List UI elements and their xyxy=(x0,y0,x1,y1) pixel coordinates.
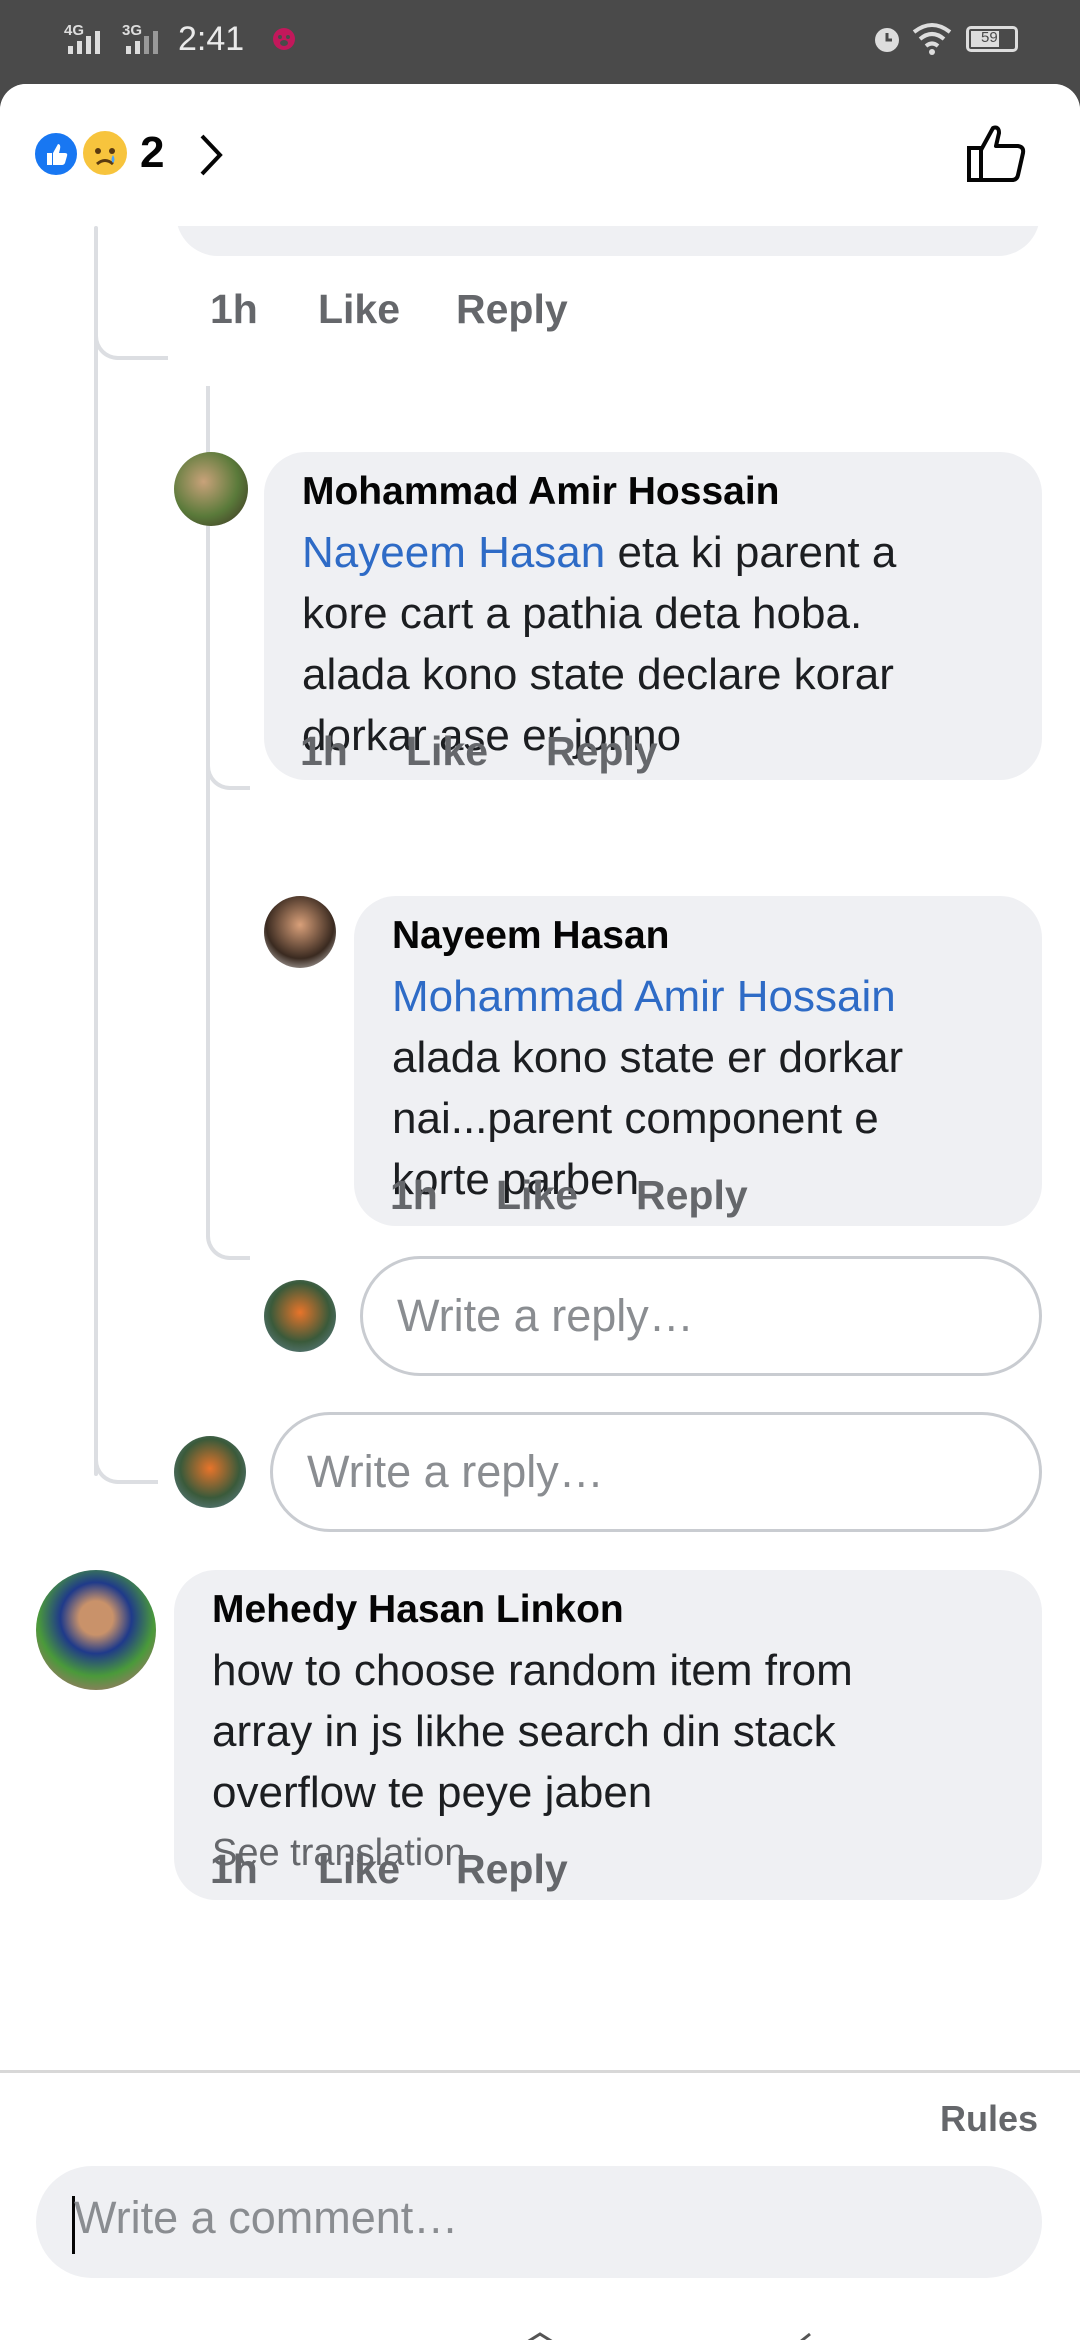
status-bar: 4G 3G 2:41 59 xyxy=(0,0,1080,86)
reply-link[interactable]: Reply xyxy=(456,286,568,333)
like-link[interactable]: Like xyxy=(318,286,400,333)
reply-input[interactable]: Write a reply… xyxy=(360,1256,1042,1376)
thread-connector xyxy=(94,316,168,360)
home-icon[interactable] xyxy=(504,2330,576,2340)
comment-line: alada kono state declare korar xyxy=(302,650,894,699)
comment-line: how to choose random item from xyxy=(212,1646,853,1695)
comment-bubble-partial xyxy=(176,226,1040,256)
reply-placeholder: Write a reply… xyxy=(397,1290,694,1341)
rules-link[interactable]: Rules xyxy=(940,2098,1038,2140)
comment-bubble: Mehedy Hasan Linkon how to choose random… xyxy=(174,1570,1042,1900)
signal-icon xyxy=(68,31,100,54)
comment-input[interactable]: Write a comment… xyxy=(36,2166,1042,2278)
comment-time: 1h xyxy=(390,1172,438,1218)
reply-input[interactable]: Write a reply… xyxy=(270,1412,1042,1532)
reply-link[interactable]: Reply xyxy=(636,1172,748,1219)
like-reaction-icon xyxy=(32,130,80,178)
thread-connector xyxy=(206,756,250,790)
avatar[interactable] xyxy=(36,1570,156,1690)
like-link[interactable]: Like xyxy=(406,728,488,775)
chevron-right-icon[interactable] xyxy=(196,132,226,178)
comment-line: array in js likhe search din stack xyxy=(212,1707,836,1756)
wifi-icon xyxy=(912,23,952,55)
sad-reaction-icon xyxy=(80,128,130,178)
comment-placeholder: Write a comment… xyxy=(74,2192,459,2243)
divider xyxy=(0,2070,1080,2073)
comments-sheet: 2 1h Like Reply Mohammad Amir Hossain Na… xyxy=(0,84,1080,2340)
comment-time: 1h xyxy=(210,1846,258,1892)
signal-icon xyxy=(126,31,158,54)
like-link[interactable]: Like xyxy=(318,1846,400,1893)
reply-placeholder: Write a reply… xyxy=(307,1446,604,1497)
comment-line: eta ki parent a xyxy=(605,528,897,577)
mention-link[interactable]: Mohammad Amir Hossain xyxy=(392,966,1032,1027)
comment-time: 1h xyxy=(300,728,348,774)
thread-line xyxy=(94,226,98,1476)
reply-link[interactable]: Reply xyxy=(456,1846,568,1893)
avatar xyxy=(264,1280,336,1352)
reactions-header[interactable]: 2 xyxy=(0,84,1080,226)
alarm-icon xyxy=(875,28,899,52)
comment-time: 1h xyxy=(210,286,258,332)
comment-author[interactable]: Mohammad Amir Hossain xyxy=(302,470,779,514)
comment-line: overflow te peye jaben xyxy=(212,1768,653,1817)
reaction-count: 2 xyxy=(140,128,165,177)
thread-connector xyxy=(94,1446,158,1484)
like-thumb-icon[interactable] xyxy=(965,120,1031,186)
back-icon[interactable] xyxy=(796,2332,852,2340)
reply-link[interactable]: Reply xyxy=(546,728,658,775)
avatar[interactable] xyxy=(174,452,248,526)
battery-icon: 59 xyxy=(966,26,1018,52)
comments-list[interactable]: 1h Like Reply Mohammad Amir Hossain Naye… xyxy=(0,226,1080,2066)
comment-line: nai...parent component e xyxy=(392,1094,879,1143)
thread-connector xyxy=(206,1226,250,1260)
like-link[interactable]: Like xyxy=(496,1172,578,1219)
comment-author[interactable]: Mehedy Hasan Linkon xyxy=(212,1588,624,1632)
comment-line: kore cart a pathia deta hoba. xyxy=(302,589,863,638)
battery-level: 59 xyxy=(981,29,998,46)
avatar[interactable] xyxy=(264,896,336,968)
comment-line: alada kono state er dorkar xyxy=(392,1033,904,1082)
avatar xyxy=(174,1436,246,1508)
mention-link[interactable]: Nayeem Hasan xyxy=(302,528,605,577)
comment-text: how to choose random item from array in … xyxy=(212,1640,1032,1823)
notification-app-icon xyxy=(273,28,295,50)
clock: 2:41 xyxy=(178,20,245,58)
system-nav-bar xyxy=(0,2298,1080,2340)
comment-author[interactable]: Nayeem Hasan xyxy=(392,914,670,958)
